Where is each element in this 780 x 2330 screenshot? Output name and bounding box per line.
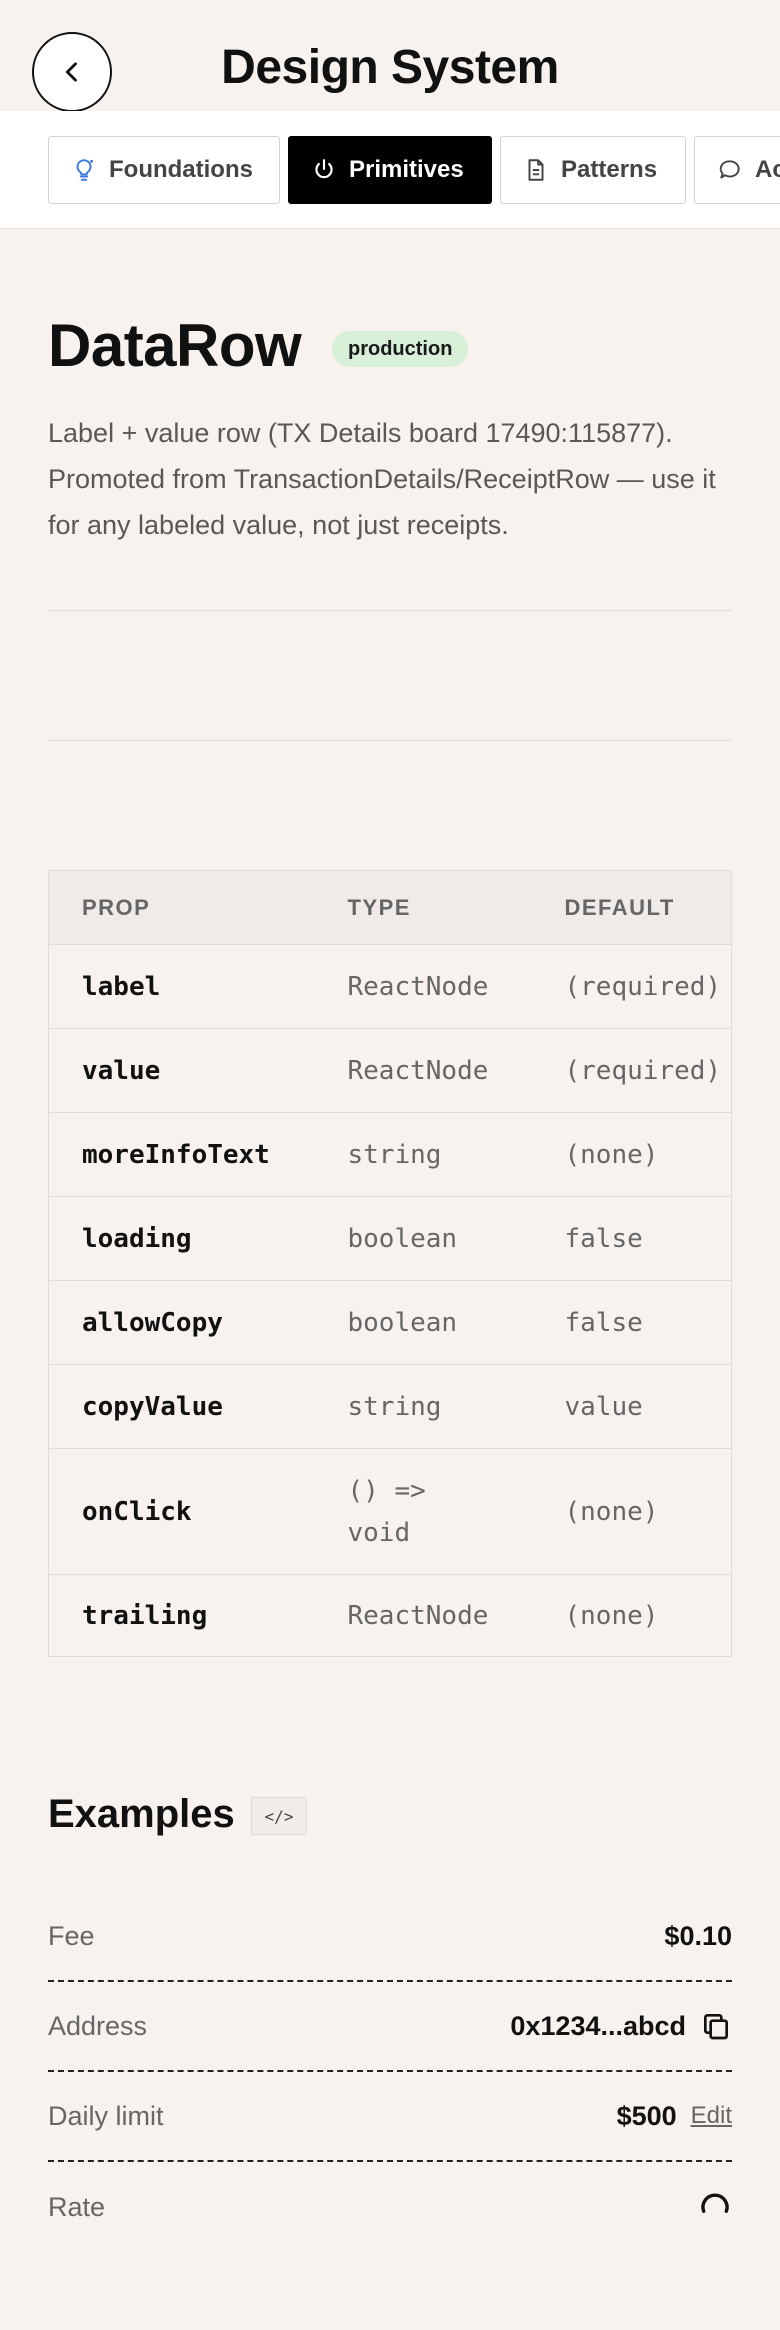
prop-type: string [314, 1364, 532, 1449]
copy-button[interactable] [700, 2010, 732, 2042]
table-row: value ReactNode (required) [48, 1028, 732, 1113]
chat-bubble-icon [719, 160, 740, 179]
table-header-row: PROP TYPE DEFAULT [48, 870, 732, 945]
tab-patterns[interactable]: Patterns [500, 136, 686, 204]
table-row: moreInfoText string (none) [48, 1112, 732, 1197]
row-value: $500 [616, 2100, 677, 2131]
prop-type: string [314, 1112, 532, 1197]
document-icon [528, 159, 544, 181]
example-row-fee: Fee $0.10 [48, 1892, 732, 1982]
tab-primitives[interactable]: Primitives [288, 136, 492, 204]
table-row: loading boolean false [48, 1196, 732, 1281]
prop-name: value [48, 1028, 315, 1113]
table-row: trailing ReactNode (none) [48, 1574, 732, 1657]
table-row: copyValue string value [48, 1364, 732, 1449]
row-value-group: $0.10 [664, 1921, 732, 1952]
column-header-prop: PROP [48, 870, 315, 945]
row-value-group [698, 2190, 732, 2224]
prop-default: value [531, 1364, 732, 1449]
component-name: DataRow [48, 312, 302, 379]
prop-default: (required) [531, 944, 732, 1029]
edit-link[interactable]: Edit [691, 2102, 732, 2130]
lightbulb-icon [76, 159, 93, 181]
prop-default: false [531, 1196, 732, 1281]
example-row-address: Address 0x1234...abcd [48, 1982, 732, 2072]
app-header: Design System [0, 0, 780, 112]
component-description: Label + value row (TX Details board 1749… [48, 418, 716, 540]
prop-type: ReactNode [314, 1028, 532, 1113]
power-icon [315, 159, 333, 179]
example-row-daily-limit: Daily limit $500 Edit [48, 2072, 732, 2162]
prop-name: moreInfoText [48, 1112, 315, 1197]
props-table: PROP TYPE DEFAULT label ReactNode (requi… [48, 870, 732, 1657]
status-badge: production [332, 331, 469, 367]
tab-foundations[interactable]: Foundations [48, 136, 280, 204]
column-header-type: TYPE [314, 870, 532, 945]
code-toggle-button[interactable]: </> [251, 1797, 307, 1835]
table-row: onClick () => void (none) [48, 1448, 732, 1575]
prop-type: () => void [314, 1448, 532, 1575]
row-label: Fee [48, 1920, 95, 1951]
prop-type: ReactNode [314, 944, 532, 1029]
tab-label: Patterns [561, 156, 658, 183]
divider [48, 740, 732, 741]
tab-label: Foundations [109, 156, 253, 183]
prop-default: (none) [531, 1112, 732, 1197]
loading-spinner-icon [701, 2193, 729, 2213]
prop-default: (none) [531, 1574, 732, 1657]
row-value: 0x1234...abcd [510, 2010, 686, 2041]
row-value-group: 0x1234...abcd [510, 2010, 732, 2042]
prop-name: allowCopy [48, 1280, 315, 1365]
prop-name: onClick [48, 1448, 315, 1575]
examples-title: Examples [48, 1792, 235, 1836]
row-label: Rate [48, 2191, 106, 2222]
example-row-rate: Rate [48, 2162, 732, 2252]
row-label: Address [48, 2010, 148, 2041]
tab-bar: Foundations Primitives Patterns Ac [0, 111, 780, 229]
prop-type: boolean [314, 1280, 532, 1365]
page-title: Design System [221, 41, 559, 94]
tab-ac[interactable]: Ac [694, 136, 780, 204]
row-label: Daily limit [48, 2100, 164, 2131]
column-header-default: DEFAULT [531, 870, 732, 945]
prop-name: trailing [48, 1574, 315, 1657]
prop-name: label [48, 944, 315, 1029]
table-row: allowCopy boolean false [48, 1280, 732, 1365]
tab-label: Ac [755, 156, 780, 183]
prop-default: false [531, 1280, 732, 1365]
prop-name: loading [48, 1196, 315, 1281]
prop-name: copyValue [48, 1364, 315, 1449]
prop-type: ReactNode [314, 1574, 532, 1657]
prop-default: (required) [531, 1028, 732, 1113]
prop-type: boolean [314, 1196, 532, 1281]
divider [48, 610, 732, 611]
row-value: $0.10 [664, 1920, 732, 1951]
table-row: label ReactNode (required) [48, 944, 732, 1029]
prop-default: (none) [531, 1448, 732, 1575]
tab-label: Primitives [349, 156, 464, 183]
copy-icon [704, 2014, 728, 2040]
row-value-group: $500 Edit [617, 2101, 732, 2132]
